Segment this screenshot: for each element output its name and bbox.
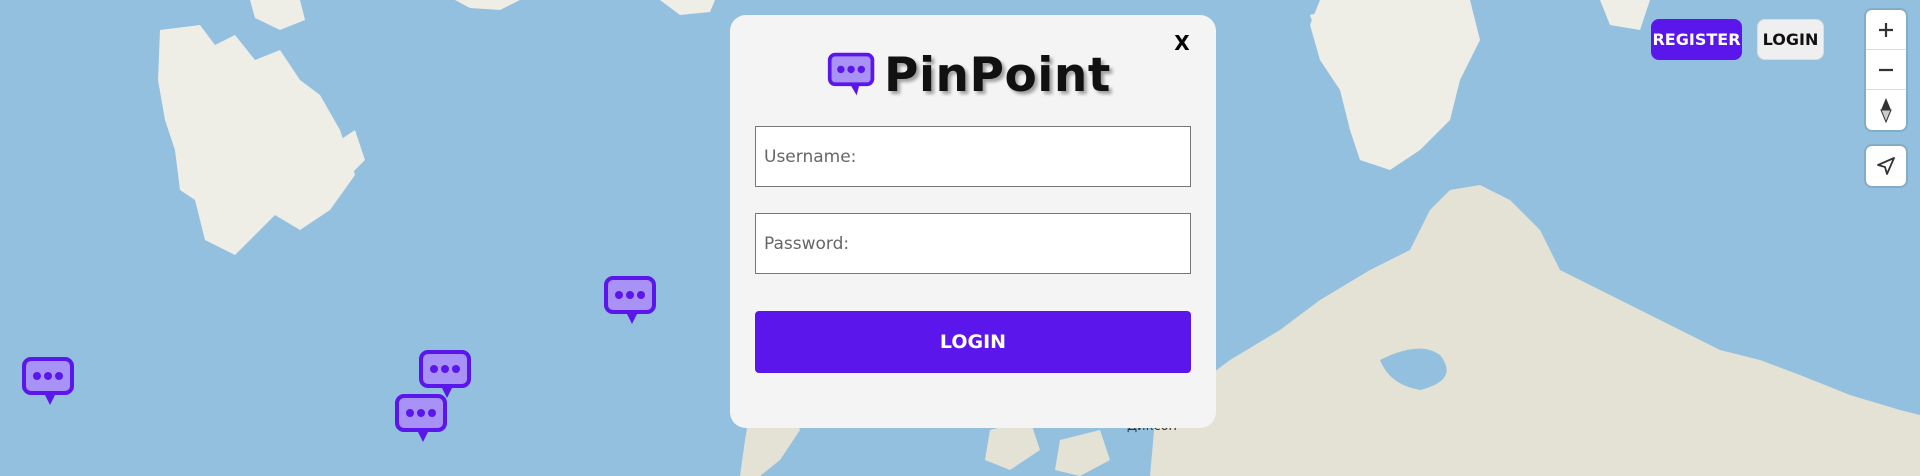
chat-pin-icon[interactable] <box>20 355 76 411</box>
compass-button[interactable] <box>1866 90 1906 130</box>
close-button[interactable]: X <box>1170 29 1194 57</box>
chat-pin-icon[interactable] <box>602 274 658 330</box>
locate-control <box>1866 146 1906 186</box>
compass-icon <box>1880 98 1892 123</box>
login-submit-button[interactable]: LOGIN <box>755 311 1191 373</box>
header-login-button[interactable]: LOGIN <box>1757 19 1824 60</box>
brand-title: PinPoint <box>884 47 1111 103</box>
plus-icon <box>1879 22 1893 37</box>
chat-bubble-logo-icon <box>827 52 875 96</box>
locate-arrow-icon <box>1877 157 1895 175</box>
zoom-out-button[interactable] <box>1866 50 1906 90</box>
login-modal: X PinPoint LOGIN <box>730 15 1216 428</box>
chat-pin-icon[interactable] <box>393 392 449 448</box>
brand: PinPoint <box>826 43 1111 107</box>
zoom-in-button[interactable] <box>1866 10 1906 50</box>
locate-button[interactable] <box>1866 146 1906 186</box>
zoom-controls <box>1866 10 1906 130</box>
username-field[interactable] <box>755 126 1191 187</box>
password-field[interactable] <box>755 213 1191 274</box>
register-button[interactable]: REGISTER <box>1651 19 1742 60</box>
minus-icon <box>1879 68 1893 71</box>
